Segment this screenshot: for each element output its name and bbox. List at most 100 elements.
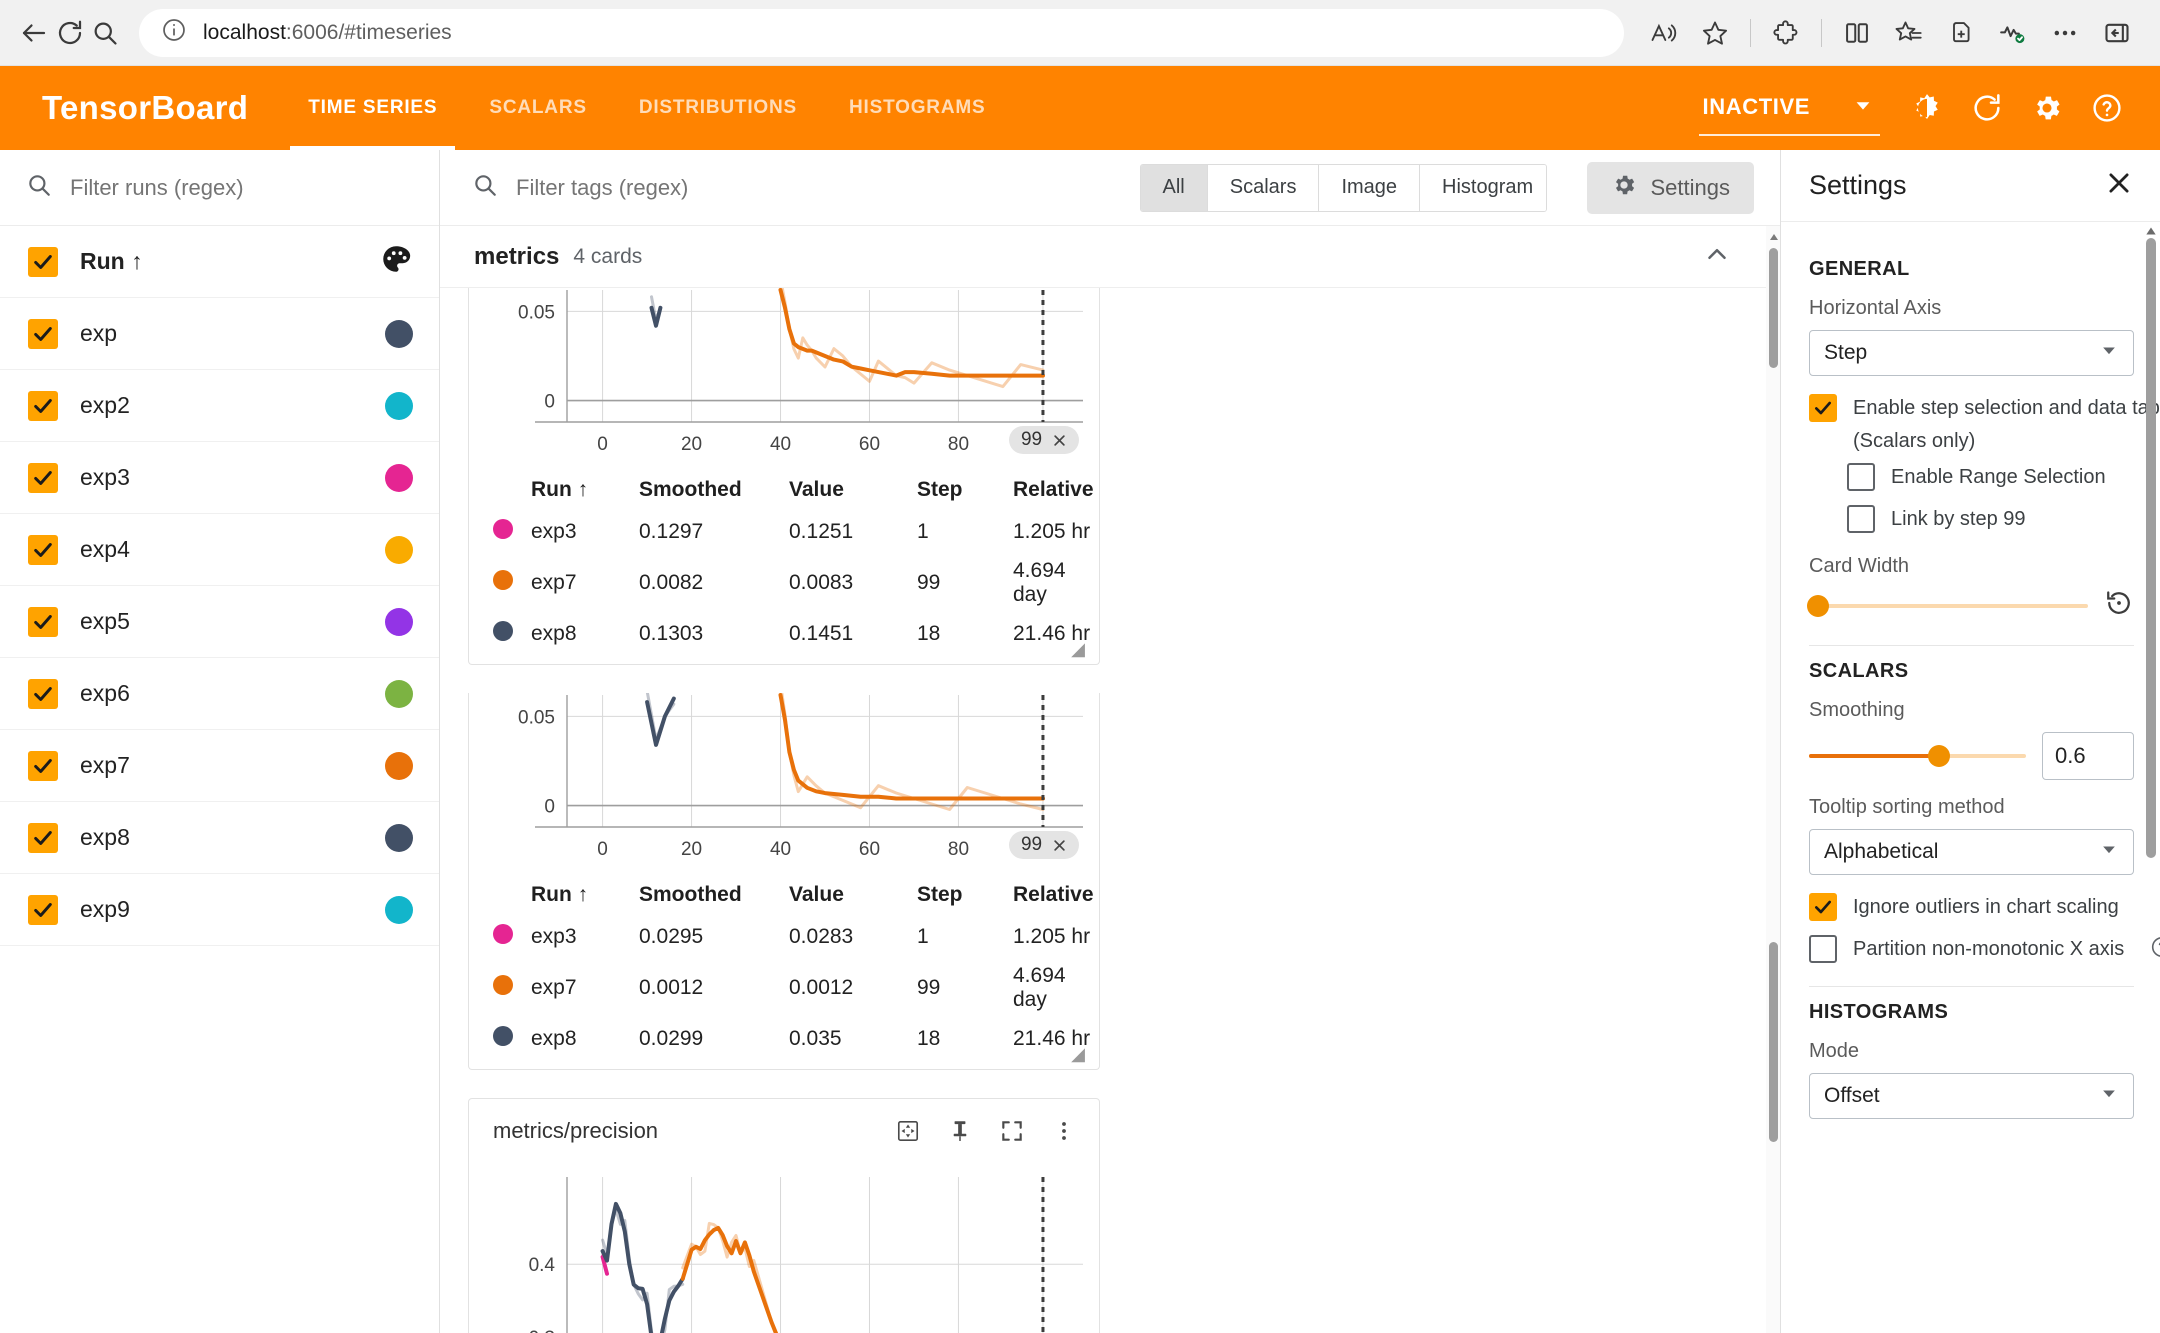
dark-mode-icon[interactable] — [1900, 81, 1954, 135]
reset-zoom-icon[interactable] — [887, 1110, 929, 1152]
step-pill[interactable]: 99 — [1008, 831, 1080, 859]
fullscreen-icon[interactable] — [991, 1110, 1033, 1152]
card-group-header[interactable]: metrics 4 cards — [440, 226, 1766, 288]
tab-scalars[interactable]: SCALARS — [463, 66, 612, 150]
reset-icon[interactable] — [2104, 588, 2134, 623]
select-all-runs-checkbox[interactable] — [28, 246, 58, 277]
column-header[interactable]: Run ↑ — [527, 470, 635, 512]
ignore-outliers-row[interactable]: Ignore outliers in chart scaling — [1809, 893, 2134, 921]
chart-area[interactable]: 0 0.05 0 20 40 60 80 99 — [469, 693, 1099, 871]
search-icon[interactable] — [89, 7, 121, 59]
browser-essentials-icon[interactable] — [1988, 8, 2038, 58]
page-scrollbar[interactable] — [1766, 226, 1780, 1333]
tab-distributions[interactable]: DISTRIBUTIONS — [613, 66, 823, 150]
reload-data-icon[interactable] — [1960, 81, 2014, 135]
resize-grip-icon[interactable]: ◢ — [1071, 1044, 1085, 1065]
chart-area[interactable]: 0 0.05 0 20 40 60 80 99 — [469, 288, 1099, 466]
run-checkbox-exp4[interactable] — [28, 534, 58, 565]
run-checkbox-exp2[interactable] — [28, 390, 58, 421]
enable-range-selection-row[interactable]: Enable Range Selection — [1809, 463, 2134, 491]
more-options-icon[interactable] — [2040, 8, 2090, 58]
scrollbar-thumb-top[interactable] — [1769, 248, 1778, 368]
partition-x-axis-checkbox[interactable] — [1809, 935, 1837, 963]
horizontal-axis-select[interactable]: Step — [1809, 330, 2134, 376]
close-icon[interactable] — [1052, 838, 1067, 853]
tab-histograms[interactable]: HISTOGRAMS — [823, 66, 1011, 150]
link-by-step-row[interactable]: Link by step 99 — [1809, 505, 2134, 533]
run-item-exp6[interactable]: exp6 — [0, 658, 439, 730]
step-pill[interactable]: 99 — [1008, 426, 1080, 454]
column-header[interactable]: Value — [785, 470, 913, 512]
split-screen-icon[interactable] — [1832, 8, 1882, 58]
add-tab-icon[interactable] — [1936, 8, 1986, 58]
chart-area[interactable]: 0.10.20.30.402040608099 — [469, 1163, 1099, 1333]
link-by-step-checkbox[interactable] — [1847, 505, 1875, 533]
chevron-up-icon[interactable] — [1702, 239, 1732, 274]
tab-time-series[interactable]: TIME SERIES — [282, 66, 463, 150]
help-icon[interactable] — [2080, 81, 2134, 135]
pin-icon[interactable] — [939, 1110, 981, 1152]
filter-all-button[interactable]: All — [1140, 164, 1208, 211]
column-header[interactable]: Step — [913, 875, 1009, 917]
more-options-icon[interactable] — [1043, 1110, 1085, 1152]
scroll-up-arrow-icon[interactable] — [1768, 230, 1780, 248]
scrollbar-thumb[interactable] — [1769, 942, 1778, 1142]
reload-icon[interactable] — [54, 7, 86, 59]
column-header[interactable]: Smoothed — [635, 470, 785, 512]
run-item-exp4[interactable]: exp4 — [0, 514, 439, 586]
run-item-exp8[interactable]: exp8 — [0, 802, 439, 874]
chart-svg[interactable]: 0 0.05 0 20 40 60 80 — [469, 693, 1099, 871]
sidebar-toggle-icon[interactable] — [2092, 8, 2142, 58]
chevron-down-icon[interactable] — [1852, 94, 1874, 121]
histogram-mode-select[interactable]: Offset — [1809, 1073, 2134, 1119]
run-checkbox-exp7[interactable] — [28, 750, 58, 781]
run-checkbox-exp9[interactable] — [28, 894, 58, 925]
column-header[interactable]: Value — [785, 875, 913, 917]
filter-image-button[interactable]: Image — [1319, 164, 1421, 211]
filter-scalars-button[interactable]: Scalars — [1207, 164, 1320, 211]
tensorboard-logo[interactable]: TensorBoard — [0, 66, 282, 150]
settings-toggle-button[interactable]: Settings — [1586, 161, 1754, 214]
run-item-exp5[interactable]: exp5 — [0, 586, 439, 658]
smoothing-slider[interactable] — [1809, 745, 2026, 767]
run-status-selector[interactable]: INACTIVE — [1698, 80, 1880, 136]
partition-x-axis-row[interactable]: Partition non-monotonic X axis — [1809, 935, 2160, 964]
run-checkbox-exp3[interactable] — [28, 462, 58, 493]
run-item-exp9[interactable]: exp9 — [0, 874, 439, 946]
column-header[interactable]: Relative — [1009, 875, 1099, 917]
chart-svg[interactable]: 0.10.20.30.4020406080 — [469, 1163, 1099, 1333]
column-header[interactable]: Step — [913, 470, 1009, 512]
run-checkbox-exp[interactable] — [28, 318, 58, 349]
resize-grip-icon[interactable]: ◢ — [1071, 639, 1085, 660]
smoothing-value-input[interactable]: 0.6 — [2042, 732, 2134, 780]
enable-step-selection-checkbox[interactable] — [1809, 394, 1837, 422]
tooltip-sorting-select[interactable]: Alphabetical — [1809, 829, 2134, 875]
run-checkbox-exp8[interactable] — [28, 822, 58, 853]
settings-gear-icon[interactable] — [2020, 81, 2074, 135]
column-header[interactable]: Smoothed — [635, 875, 785, 917]
column-header[interactable]: Relative — [1009, 470, 1099, 512]
back-arrow-icon[interactable] — [18, 7, 50, 59]
run-item-exp2[interactable]: exp2 — [0, 370, 439, 442]
tag-filter-input[interactable] — [516, 174, 1122, 201]
run-item-exp3[interactable]: exp3 — [0, 442, 439, 514]
ignore-outliers-checkbox[interactable] — [1809, 893, 1837, 921]
run-checkbox-exp5[interactable] — [28, 606, 58, 637]
column-header[interactable]: Run ↑ — [527, 875, 635, 917]
close-icon[interactable] — [1052, 433, 1067, 448]
close-icon[interactable] — [2104, 168, 2134, 203]
run-item-exp[interactable]: exp — [0, 298, 439, 370]
help-icon[interactable] — [2150, 935, 2160, 964]
runs-filter-input[interactable] — [70, 174, 413, 201]
run-checkbox-exp6[interactable] — [28, 678, 58, 709]
filter-histogram-button[interactable]: Histogram — [1420, 164, 1546, 211]
card-width-slider[interactable] — [1807, 594, 2088, 617]
color-palette-icon[interactable] — [379, 242, 413, 281]
info-icon[interactable] — [161, 17, 187, 48]
favorite-star-icon[interactable] — [1690, 8, 1740, 58]
read-aloud-icon[interactable] — [1638, 8, 1688, 58]
enable-step-selection-row[interactable]: Enable step selection and data table — [1809, 394, 2160, 422]
run-item-exp7[interactable]: exp7 — [0, 730, 439, 802]
settings-panel-scrollbar[interactable] — [2146, 238, 2156, 858]
collections-icon[interactable] — [1884, 8, 1934, 58]
